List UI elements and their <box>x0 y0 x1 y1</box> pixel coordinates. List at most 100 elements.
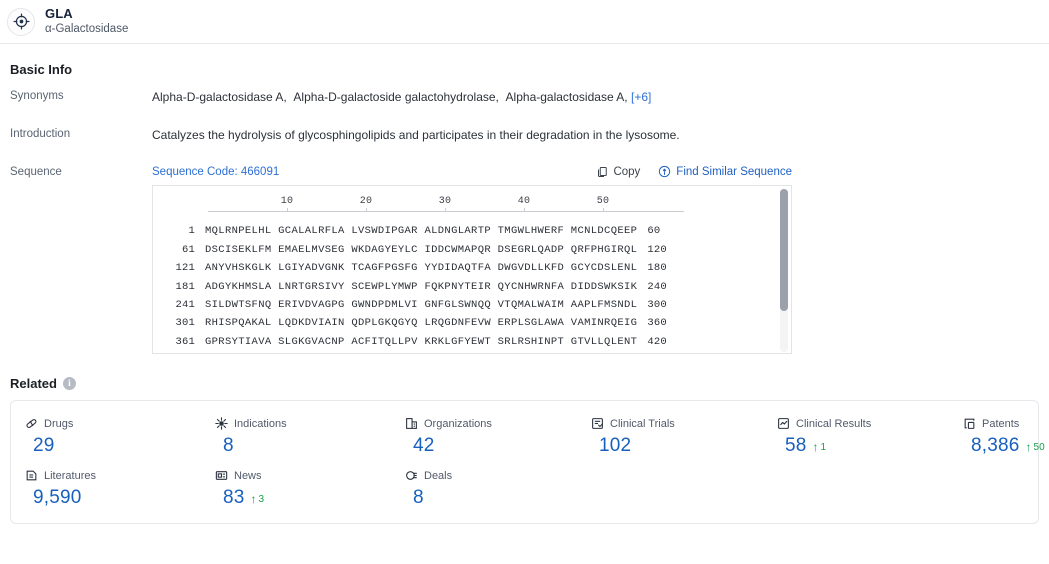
sequence-line-start: 61 <box>181 243 195 256</box>
sequence-line-end: 120 <box>647 243 667 256</box>
card-value[interactable]: 8 <box>413 487 424 509</box>
card-label: Literatures <box>25 469 201 482</box>
related-card-organizations[interactable]: Organizations 42 <box>391 417 577 457</box>
card-value[interactable]: 8 <box>223 435 234 457</box>
arrow-up-icon: ↑ <box>1025 440 1032 455</box>
related-cards: Drugs 29 Indications 8 Organizations 42 … <box>10 400 1045 525</box>
copy-icon <box>596 166 608 178</box>
related-card-row: Literatures 9,590 News 83 ↑ 3 Deals 8 <box>11 469 1038 509</box>
deal-icon <box>405 469 418 482</box>
sequence-block: Sequence Code: 466091 Copy Find Similar … <box>152 165 792 355</box>
synonym-item: Alpha-D-galactoside galactohydrolase, <box>293 90 499 104</box>
sequence-line-residues: SILDWTSFNQ ERIVDVAGPG GWNDPDMLVI GNFGLSW… <box>205 299 638 311</box>
related-card-deals[interactable]: Deals 8 <box>391 469 577 509</box>
sequence-line-end: 360 <box>647 317 667 330</box>
card-value-wrap: 42 <box>405 435 577 457</box>
sequence-scrollbar-thumb[interactable] <box>780 189 788 312</box>
synonyms-label: Synonyms <box>10 90 64 102</box>
clinical-trial-icon <box>591 417 604 430</box>
related-card-drugs[interactable]: Drugs 29 <box>11 417 201 457</box>
ruler-tick-label: 40 <box>517 196 531 208</box>
card-value-wrap: 83 ↑ 3 <box>215 487 391 509</box>
card-delta: ↑ 50 <box>1026 441 1045 453</box>
sequence-row: Sequence Sequence Code: 466091 Copy Find… <box>10 165 1039 355</box>
card-label: Deals <box>405 469 577 482</box>
card-name: Indications <box>234 417 287 430</box>
synonym-item: Alpha-D-galactosidase A, <box>152 90 287 104</box>
related-card-patents[interactable]: Patents 8,386 ↑ 50 <box>949 417 1049 457</box>
sequence-line-residues: ADGYKHMSLA LNRTGRSIVY SCEWPLYMWP FQKPNYT… <box>205 280 638 293</box>
introduction-text: Catalyzes the hydrolysis of glycosphingo… <box>152 128 680 143</box>
card-value[interactable]: 42 <box>413 435 435 457</box>
sequence-label: Sequence <box>10 166 62 179</box>
ruler-tick-label: 50 <box>596 196 610 208</box>
sequence-line-end: 300 <box>647 299 667 311</box>
copy-label: Copy <box>613 165 641 178</box>
related-card-row: Drugs 29 Indications 8 Organizations 42 … <box>11 417 1045 457</box>
ruler-tick <box>603 208 604 213</box>
sequence-line-end: 60 <box>647 225 661 238</box>
card-label: Patents <box>963 417 1049 430</box>
news-icon <box>215 469 228 482</box>
card-value-wrap: 9,590 <box>25 487 201 509</box>
clinical-result-icon <box>777 417 790 430</box>
card-delta: ↑ 1 <box>813 441 827 453</box>
info-icon[interactable]: i <box>62 377 76 391</box>
card-name: News <box>234 469 262 482</box>
sequence-line: 241 SILDWTSFNQ ERIVDVAGPG GWNDPDMLVI GNF… <box>153 296 791 314</box>
sequence-code-link[interactable]: Sequence Code: 466091 <box>152 166 279 178</box>
related-card-news[interactable]: News 83 ↑ 3 <box>201 469 391 509</box>
sequence-line-residues: RHISPQAKAL LQDKDVIAIN QDPLGKQGYQ LRQGDNF… <box>205 317 638 330</box>
sequence-line: 121 ANYVHSKGLK LGIYADVGNK TCAGFPGSFG YYD… <box>153 259 791 277</box>
virus-icon <box>215 417 228 431</box>
sequence-line: 61 DSCISEKLFM EMAELMVSEG WKDAGYEYLC IDDC… <box>153 241 791 259</box>
card-value[interactable]: 29 <box>33 435 55 457</box>
page-header: GLA α-Galactosidase <box>0 0 1049 44</box>
arrow-up-icon: ↑ <box>250 492 257 507</box>
card-value[interactable]: 83 <box>223 487 245 509</box>
ruler-numbers: 10 20 30 40 50 <box>208 196 688 209</box>
ruler-tick <box>287 208 288 213</box>
target-icon <box>7 7 35 36</box>
copy-button[interactable]: Copy <box>596 166 640 178</box>
card-value[interactable]: 58 <box>785 435 807 457</box>
sequence-header: Sequence Code: 466091 Copy Find Similar … <box>152 165 792 178</box>
related-card-literatures[interactable]: Literatures 9,590 <box>11 469 201 509</box>
sequence-line-start: 1 <box>188 225 195 238</box>
card-value-wrap: 29 <box>25 435 201 457</box>
card-delta-value: 1 <box>820 441 827 453</box>
sequence-actions: Copy Find Similar Sequence <box>596 165 792 178</box>
card-name: Deals <box>424 469 453 482</box>
card-value[interactable]: 8,386 <box>971 435 1020 457</box>
card-value-wrap: 102 <box>591 435 763 457</box>
synonyms-more-link[interactable]: [+6] <box>631 90 651 104</box>
card-value-wrap: 8,386 ↑ 50 <box>963 435 1049 457</box>
card-delta: ↑ 3 <box>251 493 265 505</box>
sequence-viewer[interactable]: 10 20 30 40 50 1 MQLRNPELHL GCALALRFLA L… <box>152 185 792 355</box>
find-similar-sequence-button[interactable]: Find Similar Sequence <box>658 165 792 178</box>
pill-icon <box>25 417 38 430</box>
related-card-indications[interactable]: Indications 8 <box>201 417 391 457</box>
sequence-line-start: 301 <box>175 317 195 330</box>
sequence-scrollbar-track[interactable] <box>780 189 788 353</box>
related-title: Related <box>10 376 57 392</box>
card-label: Clinical Results <box>777 417 949 430</box>
related-header: Related i <box>10 376 1039 391</box>
sequence-content: 10 20 30 40 50 1 MQLRNPELHL GCALALRFLA L… <box>153 186 791 351</box>
card-value[interactable]: 9,590 <box>33 487 82 509</box>
page-title: GLA <box>45 5 73 21</box>
related-card-clinical-results[interactable]: Clinical Results 58 ↑ 1 <box>763 417 949 457</box>
ruler-tick <box>524 208 525 213</box>
ruler-tick-label: 30 <box>438 196 452 208</box>
card-delta-value: 3 <box>258 493 265 505</box>
synonym-item: Alpha-galactosidase A, <box>505 90 628 104</box>
synonyms-value: Alpha-D-galactosidase A, Alpha-D-galacto… <box>152 89 651 105</box>
related-card-clinical-trials[interactable]: Clinical Trials 102 <box>577 417 763 457</box>
sequence-line-residues: DSCISEKLFM EMAELMVSEG WKDAGYEYLC IDDCWMA… <box>205 243 638 256</box>
card-value[interactable]: 102 <box>599 435 631 457</box>
card-value-wrap: 58 ↑ 1 <box>777 435 949 457</box>
sequence-line: 361 GPRSYTIAVA SLGKGVACNP ACFITQLLPV KRK… <box>153 333 791 351</box>
sequence-line: 1 MQLRNPELHL GCALALRFLA LVSWDIPGAR ALDNG… <box>153 222 791 240</box>
card-delta-value: 50 <box>1033 441 1045 453</box>
card-name: Patents <box>982 417 1020 430</box>
